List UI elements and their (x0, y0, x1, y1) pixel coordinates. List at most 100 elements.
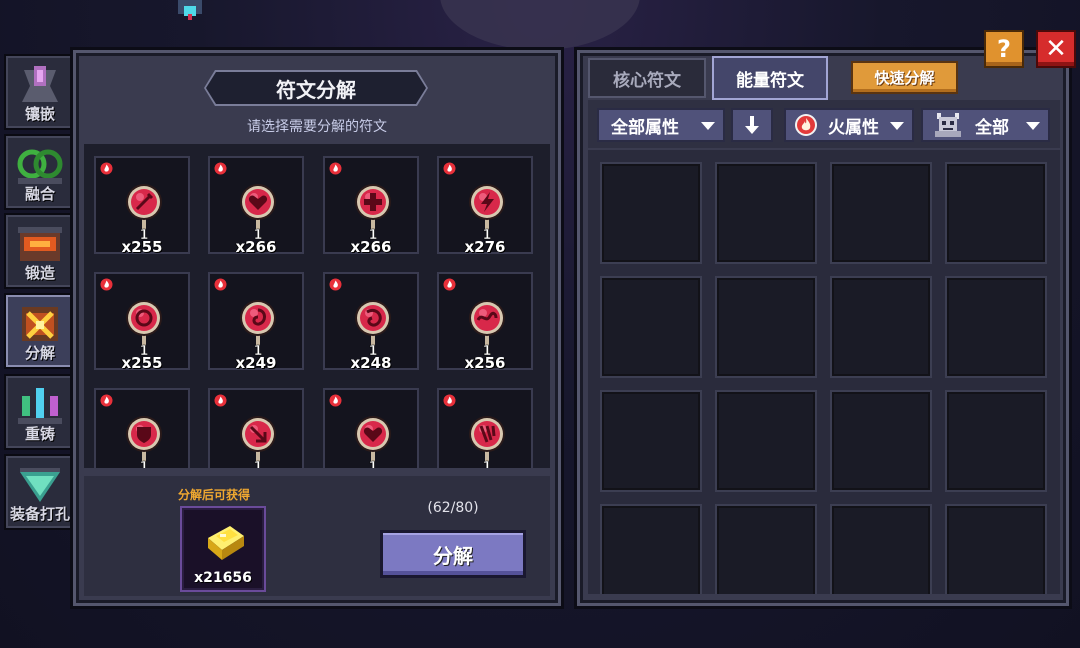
energy-rune-icon: 1 (355, 184, 391, 242)
title-bar: 符文分解 (206, 72, 426, 104)
fire-badge-icon (443, 162, 456, 175)
energy-rune-icon: 1 (355, 416, 391, 468)
rune-level: 1 (482, 460, 491, 468)
rune-level: 1 (139, 460, 148, 468)
capacity-counter: (62/80) (427, 500, 479, 516)
inventory-slot[interactable] (830, 162, 932, 264)
energy-rune-icon: 1 (355, 300, 391, 358)
inventory-slot[interactable] (715, 390, 817, 492)
rune-count: x255 (121, 354, 163, 372)
energy-rune-icon: 1 (240, 300, 276, 358)
side-tab-forge[interactable]: 锻造 (4, 213, 76, 289)
rune-count: x255 (121, 238, 163, 256)
close-button[interactable]: ✕ (1036, 30, 1076, 68)
type-filter-label: 全部 (975, 117, 1009, 138)
tab-energy-runes[interactable]: 能量符文 (712, 56, 828, 100)
fire-badge-icon (214, 278, 227, 291)
fire-badge-icon (100, 394, 113, 407)
inventory-slot[interactable] (600, 162, 702, 264)
inventory-slot[interactable] (600, 390, 702, 492)
side-tab-decompose[interactable]: 分解 (4, 293, 76, 369)
attribute-filter-label: 全部属性 (611, 117, 679, 138)
rune-slot[interactable]: 1 (94, 388, 190, 468)
rune-slot[interactable]: 1 x248 (323, 272, 419, 372)
rune-slot[interactable]: 1 x276 (437, 156, 533, 256)
recast-icon (18, 388, 62, 424)
rune-slot[interactable]: 1 x256 (437, 272, 533, 372)
rune-selection-grid[interactable]: 1 x255 1 x266 1 x266 1 x276 1 x255 1 x249 1 x248 1 x256… (84, 144, 550, 468)
inlay-icon (22, 66, 58, 102)
fire-badge-icon (214, 394, 227, 407)
fire-badge-icon (329, 278, 342, 291)
type-filter-dropdown[interactable]: 全部 (921, 108, 1050, 142)
fusion-icon (17, 149, 63, 184)
side-tab-label: 重铸 (24, 425, 55, 443)
help-button[interactable]: ? (984, 30, 1024, 68)
inventory-slot[interactable] (715, 504, 817, 594)
inventory-slot[interactable] (830, 504, 932, 594)
tab-core-runes[interactable]: 核心符文 (588, 58, 706, 98)
fire-badge-icon (443, 278, 456, 291)
inventory-slot[interactable] (600, 276, 702, 378)
inventory-slot[interactable] (600, 504, 702, 594)
inventory-slot[interactable] (715, 162, 817, 264)
energy-rune-icon: 1 (469, 416, 505, 468)
rune-inventory-grid (588, 150, 1060, 594)
rune-slot[interactable]: 1 (208, 388, 304, 468)
fire-badge-icon (100, 278, 113, 291)
inventory-slot[interactable] (945, 390, 1047, 492)
panel-subtitle: 请选择需要分解的符文 (247, 119, 387, 135)
rune-level: 1 (253, 460, 262, 468)
side-tab-label: 融合 (24, 185, 55, 203)
side-tab-socket[interactable]: 装备打孔 (4, 454, 76, 530)
energy-rune-icon: 1 (126, 416, 162, 468)
attribute-filter-dropdown[interactable]: 全部属性 (597, 108, 725, 142)
side-tab-label: 分解 (24, 344, 55, 362)
fire-badge-icon (214, 162, 227, 175)
energy-rune-icon: 1 (469, 300, 505, 358)
fire-badge-icon (100, 162, 113, 175)
monster-type-icon (935, 113, 961, 137)
quick-decompose-button[interactable]: 快速分解 (851, 61, 958, 94)
inventory-slot[interactable] (830, 390, 932, 492)
side-tab-recast[interactable]: 重铸 (4, 374, 76, 450)
energy-rune-icon: 1 (126, 184, 162, 242)
energy-rune-icon: 1 (126, 300, 162, 358)
reward-amount: x21656 (194, 570, 252, 586)
energy-rune-icon: 1 (469, 184, 505, 242)
rune-slot[interactable]: 1 (437, 388, 533, 468)
side-tab-inlay[interactable]: 镶嵌 (4, 54, 76, 130)
rune-slot[interactable]: 1 x255 (94, 272, 190, 372)
arrow-down-icon (745, 116, 759, 134)
rune-count: x266 (350, 238, 392, 256)
chevron-down-icon (701, 122, 715, 130)
chevron-down-icon (890, 122, 904, 130)
fire-badge-icon (329, 394, 342, 407)
inventory-slot[interactable] (945, 276, 1047, 378)
inventory-slot[interactable] (715, 276, 817, 378)
decompose-button[interactable]: 分解 (380, 530, 526, 578)
panel-title: 符文分解 (276, 77, 356, 102)
background-character (178, 0, 202, 20)
gold-ingot-icon (208, 526, 244, 560)
inventory-slot[interactable] (945, 162, 1047, 264)
element-filter-dropdown[interactable]: 火属性 (784, 108, 914, 142)
energy-rune-icon: 1 (240, 184, 276, 242)
rune-count: x256 (464, 354, 506, 372)
forge-icon (18, 227, 62, 261)
yield-label: 分解后可获得 (178, 488, 251, 502)
rune-slot[interactable]: 1 (323, 388, 419, 468)
reward-slot[interactable]: x21656 (180, 506, 266, 592)
side-tab-fusion[interactable]: 融合 (4, 134, 76, 210)
rune-count: x248 (350, 354, 392, 372)
decompose-icon (22, 307, 58, 341)
rune-count: x276 (464, 238, 506, 256)
rune-slot[interactable]: 1 x255 (94, 156, 190, 256)
inventory-slot[interactable] (830, 276, 932, 378)
energy-rune-icon: 1 (240, 416, 276, 468)
rune-slot[interactable]: 1 x249 (208, 272, 304, 372)
rune-slot[interactable]: 1 x266 (208, 156, 304, 256)
rune-slot[interactable]: 1 x266 (323, 156, 419, 256)
sort-button[interactable] (731, 108, 773, 142)
inventory-slot[interactable] (945, 504, 1047, 594)
